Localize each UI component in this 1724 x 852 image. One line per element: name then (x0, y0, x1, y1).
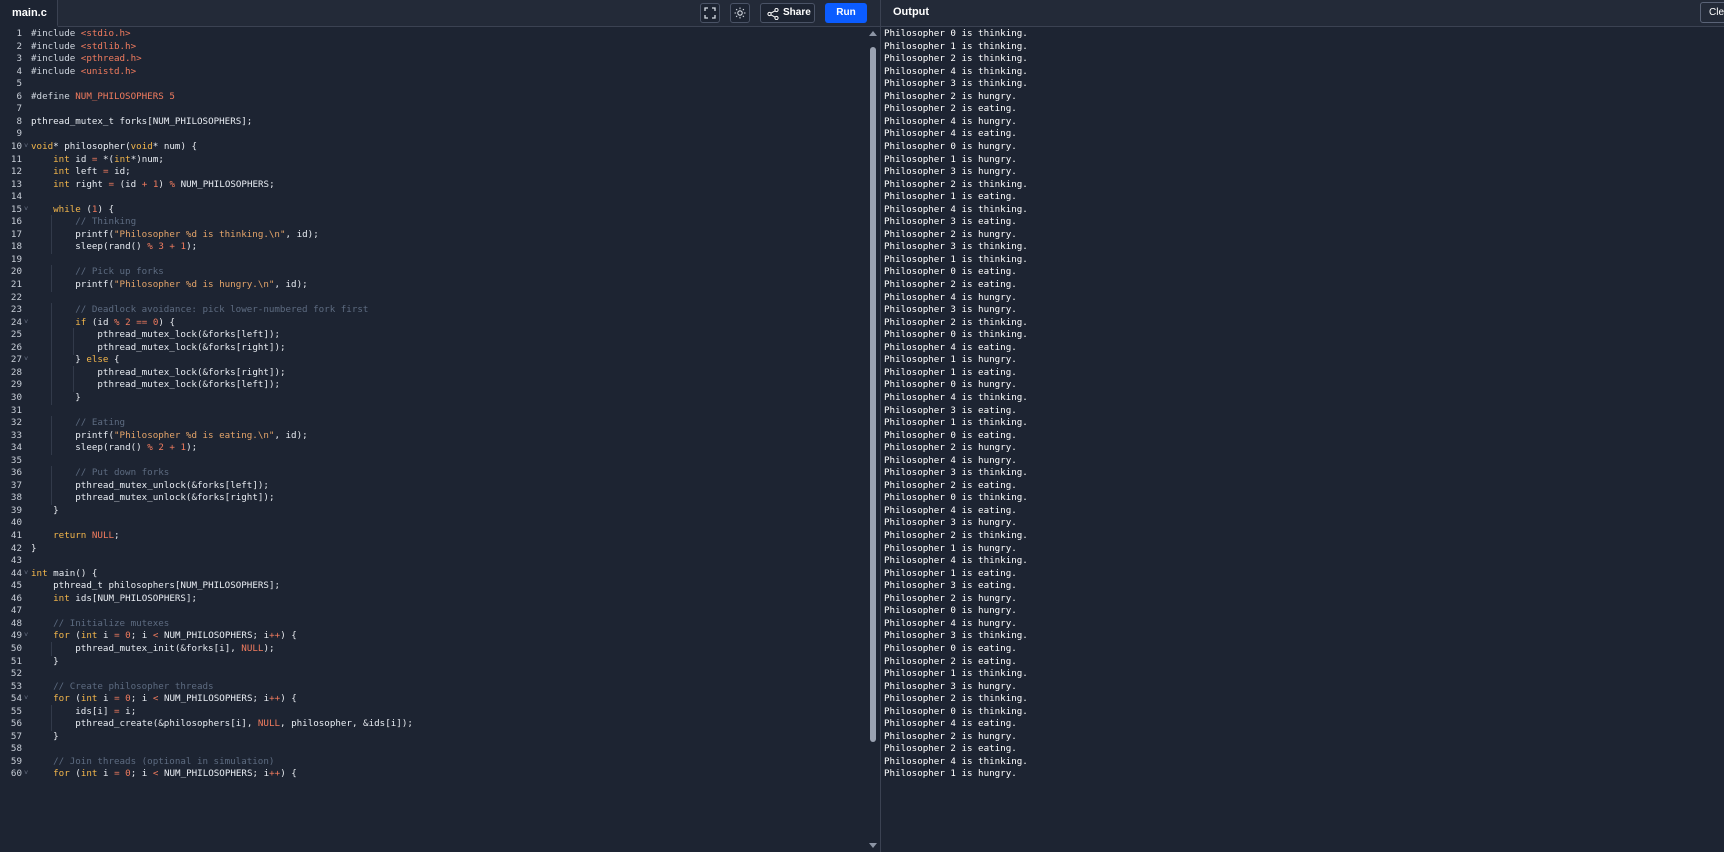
fold-chevron-icon[interactable]: ˅ (24, 767, 28, 781)
output-header: Output Clear (881, 0, 1724, 27)
output-pane: Output Clear Philosopher 0 is thinking.P… (880, 0, 1724, 852)
fullscreen-icon (704, 7, 716, 19)
code-text: for (int i = 0; i < NUM_PHILOSOPHERS; i+… (53, 768, 297, 780)
scroll-thumb[interactable] (870, 47, 876, 742)
share-icon (767, 8, 779, 20)
code-editor[interactable]: 1 #include <stdio.h> 2 #include <stdlib.h> 3… (0, 27, 866, 852)
run-button[interactable]: Run (825, 3, 867, 23)
share-label: Share (783, 7, 811, 18)
editor-pane: main.c Share Run 1 #include <stdio.h> 2 #in… (0, 0, 880, 852)
output-title: Output (893, 6, 930, 18)
output-line: Philosopher 1 is hungry. (884, 768, 1017, 780)
editor-scrollbar[interactable] (868, 27, 878, 852)
editor-toolbar: main.c Share Run (0, 0, 880, 27)
scroll-down-arrow-icon[interactable] (869, 843, 877, 848)
code-line[interactable]: 60 ˅ for (int i = 0; i < NUM_PHILOSOPHERS… (0, 767, 866, 781)
sun-icon (734, 7, 746, 19)
fullscreen-button[interactable] (700, 3, 720, 23)
clear-button[interactable]: Clear (1700, 2, 1724, 23)
share-button[interactable]: Share (760, 3, 815, 23)
scroll-up-arrow-icon[interactable] (869, 31, 877, 36)
output-console[interactable]: Philosopher 0 is thinking. Philosopher 1 … (881, 27, 1724, 852)
theme-toggle-button[interactable] (730, 3, 750, 23)
tab-main-c[interactable]: main.c (0, 0, 58, 27)
line-number: 60 (10, 768, 22, 780)
